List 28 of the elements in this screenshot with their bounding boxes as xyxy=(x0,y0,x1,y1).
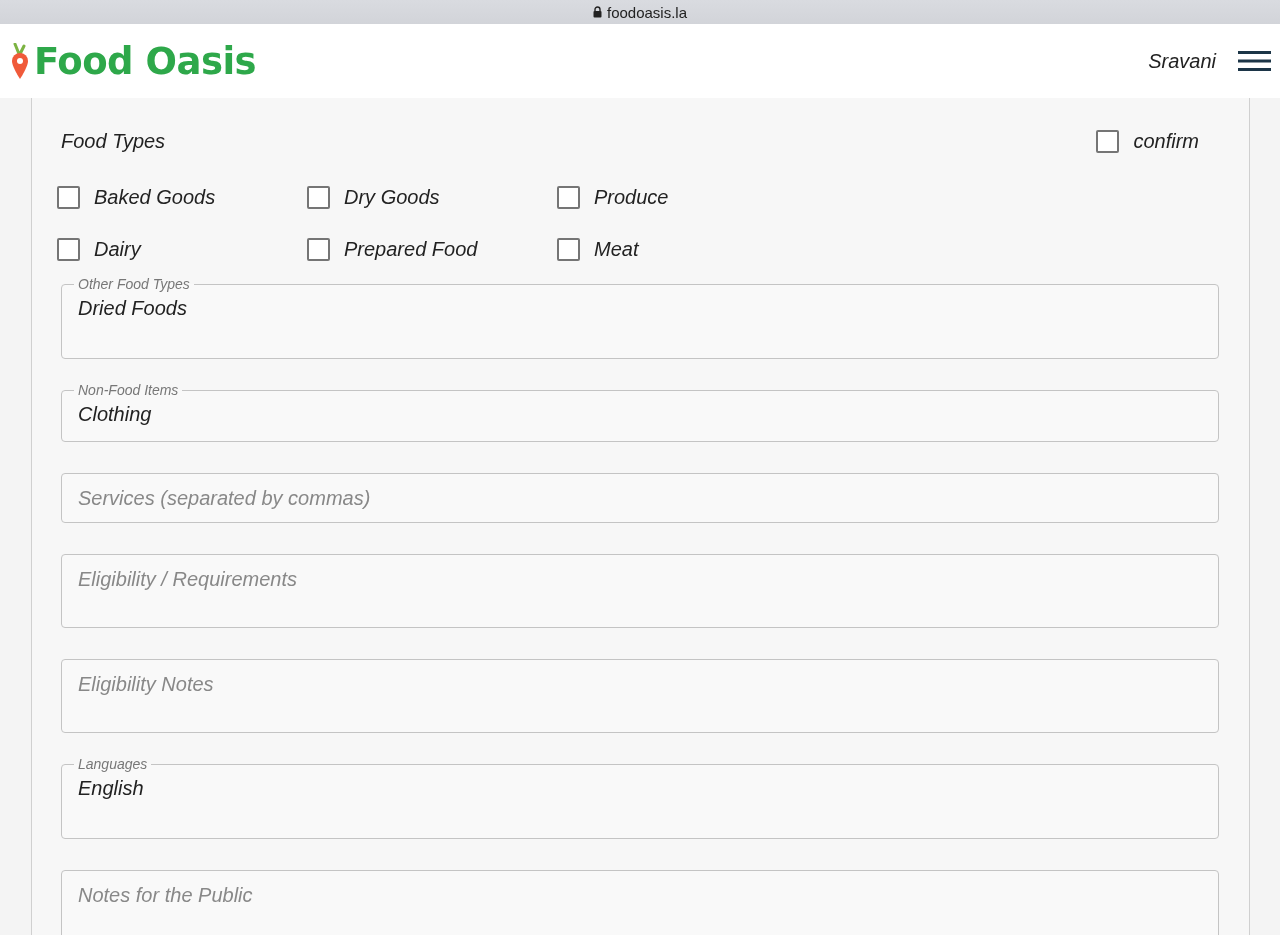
user-name: Sravani xyxy=(1148,49,1216,73)
checkbox-label: confirm xyxy=(1133,130,1199,153)
checkbox[interactable] xyxy=(557,238,580,261)
checkbox-label: Dry Goods xyxy=(344,186,440,209)
input-field[interactable]: Notes for the Public xyxy=(61,870,1219,935)
checkbox[interactable] xyxy=(1096,130,1120,153)
input-field[interactable]: Eligibility Notes xyxy=(61,659,1219,733)
checkbox[interactable] xyxy=(307,186,330,209)
checkbox[interactable] xyxy=(307,238,330,261)
menu-icon[interactable] xyxy=(1238,50,1271,72)
field-outline: Other Food Types Dried Foods xyxy=(61,276,1219,359)
checkbox-label: Prepared Food xyxy=(344,238,478,261)
field-outline: Languages English xyxy=(61,756,1219,839)
checkbox[interactable] xyxy=(557,186,580,209)
checkbox-label: Baked Goods xyxy=(94,186,216,209)
checkbox[interactable] xyxy=(57,186,80,209)
field-outline: Non-Food Items Clothing xyxy=(61,382,1219,442)
checkbox-label: Dairy xyxy=(94,238,141,261)
checkbox-label: Produce xyxy=(594,186,669,209)
checkbox-label: Meat xyxy=(594,238,639,261)
input-field[interactable]: Eligibility / Requirements xyxy=(61,554,1219,628)
lock-icon xyxy=(592,6,602,18)
field-label: Non-Food Items xyxy=(77,382,180,398)
field-label: Languages xyxy=(77,756,149,772)
section-label: Food Types xyxy=(61,130,166,153)
field-label: Other Food Types xyxy=(77,276,191,292)
checkbox[interactable] xyxy=(57,238,80,261)
input-field[interactable]: Services (separated by commas) xyxy=(61,473,1219,523)
